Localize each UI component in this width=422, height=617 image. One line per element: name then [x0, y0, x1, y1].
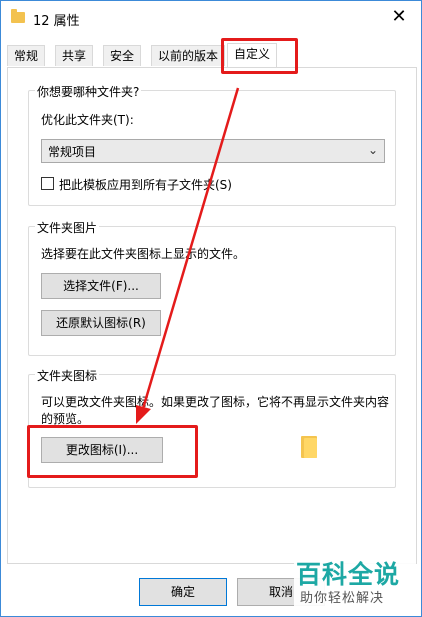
apply-subfolders-checkbox[interactable] — [41, 177, 54, 190]
chevron-down-icon: ⌄ — [367, 143, 378, 157]
title-bar: 12 属性 ✕ — [1, 1, 421, 35]
optimize-label: 优化此文件夹(T): — [41, 113, 134, 127]
folder-icon — [11, 9, 25, 23]
properties-dialog: 12 属性 ✕ 常规 共享 安全 以前的版本 自定义 你想要哪种文件夹? 优化此… — [0, 0, 422, 617]
choose-file-button[interactable]: 选择文件(F)... — [41, 273, 161, 299]
apply-subfolders-label: 把此模板应用到所有子文件夹(S) — [59, 178, 232, 192]
folder-pictures-description: 选择要在此文件夹图标上显示的文件。 — [41, 247, 246, 261]
watermark: 百科全说 助你轻松解决 — [294, 553, 416, 609]
tab-strip: 常规 共享 安全 以前的版本 自定义 — [7, 43, 417, 68]
annotation-box-customize-tab — [221, 38, 298, 74]
customize-panel: 你想要哪种文件夹? 优化此文件夹(T): 常规项目 ⌄ 把此模板应用到所有子文件… — [7, 67, 417, 564]
watermark-tagline: 助你轻松解决 — [300, 591, 385, 606]
watermark-brand: 百科全说 — [296, 560, 401, 589]
tab-sharing[interactable]: 共享 — [55, 45, 94, 66]
tab-general[interactable]: 常规 — [7, 45, 46, 66]
restore-default-icon-button[interactable]: 还原默认图标(R) — [41, 310, 161, 336]
ok-button[interactable]: 确定 — [139, 578, 227, 606]
optimize-select[interactable]: 常规项目 ⌄ — [41, 139, 385, 163]
folder-type-group-title: 你想要哪种文件夹? — [35, 83, 142, 100]
folder-icons-description-line1: 可以更改文件夹图标。如果更改了图标，它将不再显示文件夹内容 — [41, 395, 390, 409]
optimize-select-value: 常规项目 — [48, 145, 97, 159]
folder-preview-icon — [301, 436, 317, 458]
folder-icons-group-title: 文件夹图标 — [35, 367, 100, 384]
folder-pictures-group-title: 文件夹图片 — [35, 219, 100, 236]
close-icon[interactable]: ✕ — [377, 1, 421, 33]
tab-previous-versions[interactable]: 以前的版本 — [151, 45, 226, 66]
folder-type-group: 你想要哪种文件夹? 优化此文件夹(T): 常规项目 ⌄ 把此模板应用到所有子文件… — [28, 83, 396, 206]
window-title: 12 属性 — [33, 14, 80, 29]
annotation-box-change-icon — [27, 425, 198, 478]
folder-pictures-group: 文件夹图片 选择要在此文件夹图标上显示的文件。 选择文件(F)... 还原默认图… — [28, 219, 396, 356]
tab-security[interactable]: 安全 — [103, 45, 142, 66]
